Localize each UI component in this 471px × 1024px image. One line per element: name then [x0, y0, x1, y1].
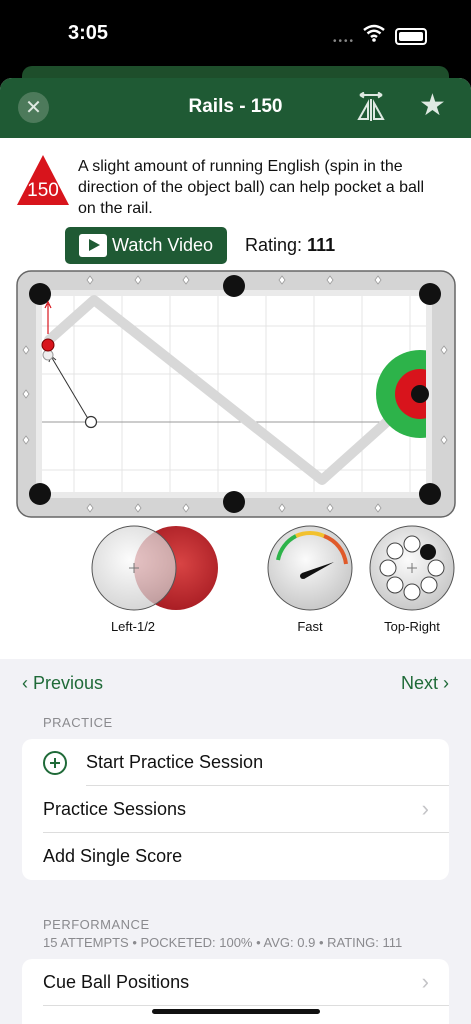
speed-gauge [267, 525, 353, 611]
previous-button[interactable]: ‹ Previous [22, 673, 103, 694]
cue-ball [84, 415, 98, 429]
watch-video-button[interactable]: Watch Video [65, 227, 227, 264]
practice-sessions-label: Practice Sessions [43, 799, 187, 819]
drill-description: A slight amount of running English (spin… [78, 158, 424, 217]
pocket [29, 483, 51, 505]
favorite-star-icon[interactable]: ★ [419, 88, 446, 123]
home-indicator [152, 1009, 320, 1014]
drill-number: 150 [27, 180, 59, 201]
table-felt [42, 296, 426, 492]
next-button[interactable]: Next › [401, 673, 449, 694]
play-icon [79, 234, 107, 257]
pocket-right-side [411, 385, 429, 403]
status-time: 3:05 [68, 22, 109, 44]
performance-summary: 15 ATTEMPTS • POCKETED: 100% • AVG: 0.9 … [43, 935, 403, 950]
chevron-right-icon: › [421, 796, 429, 821]
add-score-row[interactable]: Add Single Score [22, 833, 449, 880]
cue-ball-positions-row[interactable]: Cue Ball Positions › [22, 959, 449, 1006]
aim-indicator [91, 525, 218, 611]
status-bar: 3:05 •••• [0, 0, 471, 70]
nav-bar: ✕ Rails - 150 ★ [0, 78, 471, 138]
add-score-label: Add Single Score [43, 846, 183, 866]
performance-group: Cue Ball Positions › [22, 959, 449, 1024]
practice-sessions-row[interactable]: Practice Sessions › [22, 786, 449, 833]
pocket [223, 275, 245, 297]
mirror-icon[interactable] [356, 92, 386, 122]
start-practice-row[interactable]: Start Practice Session [22, 739, 449, 786]
page-title: Rails - 150 [188, 96, 283, 117]
cue-ball-positions-label: Cue Ball Positions [43, 972, 190, 992]
wifi-icon [363, 24, 385, 42]
plus-circle-icon [43, 751, 67, 775]
practice-header: PRACTICE [43, 715, 113, 730]
battery-icon [395, 28, 427, 45]
object-ball [41, 338, 55, 352]
pool-table-diagram [16, 270, 456, 518]
rating-display: Rating: 111 [245, 235, 335, 256]
spin-selected [420, 544, 436, 560]
rating-label: Rating: [245, 235, 303, 255]
aim-caption: Left-1/2 [110, 619, 156, 634]
start-practice-label: Start Practice Session [86, 752, 264, 772]
practice-group: Start Practice Session Practice Sessions… [22, 739, 449, 880]
signal-icon: •••• [332, 36, 355, 47]
pocket [419, 283, 441, 305]
performance-header: PERFORMANCE [43, 917, 150, 932]
rating-value: 111 [307, 235, 336, 255]
lower-panel: ‹ Previous Next › PRACTICE Start Practic… [0, 659, 471, 1024]
spin-indicator [369, 525, 455, 611]
chevron-right-icon: › [421, 969, 429, 994]
drill-sheet: ✕ Rails - 150 ★ 150 A slight amount of r… [0, 78, 471, 1024]
pocket [419, 483, 441, 505]
pocket [223, 491, 245, 513]
watch-video-label: Watch Video [112, 235, 214, 255]
spin-caption: Top-Right [384, 619, 440, 634]
